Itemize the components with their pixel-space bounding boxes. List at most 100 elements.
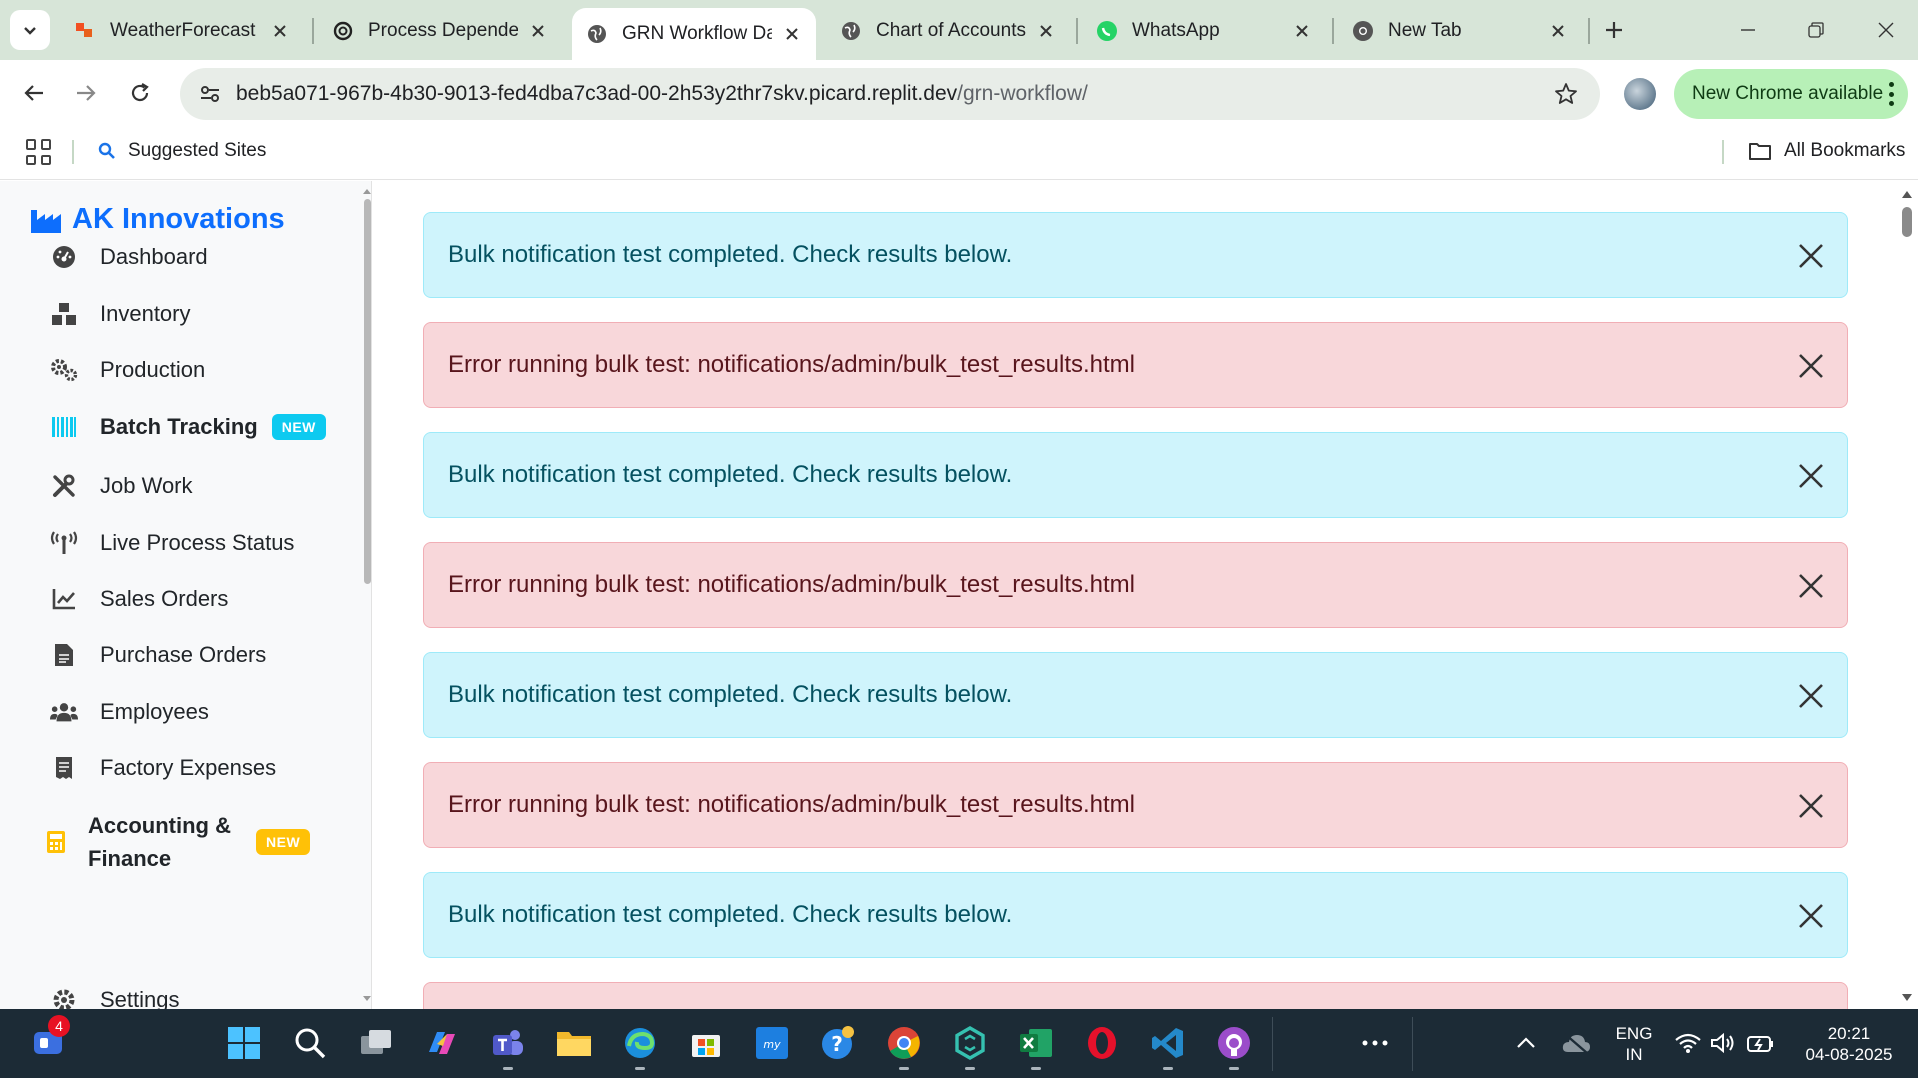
tab-weatherforecast[interactable]: WeatherForecast -: [60, 8, 304, 54]
tab-search-button[interactable]: [10, 10, 50, 50]
close-tab-icon[interactable]: [1546, 19, 1570, 43]
excel-app[interactable]: [1016, 1023, 1056, 1070]
tab-whatsapp[interactable]: WhatsApp: [1082, 8, 1326, 54]
restore-window-button[interactable]: [1794, 10, 1838, 50]
url-path: /grn-workflow/: [957, 82, 1088, 105]
all-bookmarks-button[interactable]: All Bookmarks: [1748, 140, 1905, 162]
opera-icon: [1088, 1027, 1116, 1059]
forward-button[interactable]: [66, 73, 106, 113]
sidebar-item-accounting-finance[interactable]: Accounting & Finance NEW: [42, 809, 311, 875]
more-apps-button[interactable]: [1355, 1023, 1395, 1063]
alert-message: Error running bulk test: notifications/a…: [448, 791, 1135, 818]
close-tab-icon[interactable]: [268, 19, 292, 43]
running-indicator: [1163, 1067, 1173, 1070]
github-desktop-app[interactable]: [1214, 1023, 1254, 1070]
close-alert-button[interactable]: [1793, 238, 1829, 274]
task-view-button[interactable]: [356, 1023, 396, 1063]
folder-icon: [557, 1032, 591, 1056]
running-indicator: [635, 1067, 645, 1070]
tab-process-dependencies[interactable]: Process Dependen: [318, 8, 562, 54]
new-tab-button[interactable]: [1598, 14, 1630, 46]
input-language-indicator[interactable]: ENG IN: [1612, 1023, 1656, 1065]
sidebar-scrollbar[interactable]: [362, 181, 371, 1009]
close-window-button[interactable]: [1864, 10, 1908, 50]
chrome-update-button[interactable]: New Chrome available: [1674, 69, 1908, 119]
more-menu-icon[interactable]: [1888, 82, 1894, 106]
teams-app[interactable]: [488, 1023, 528, 1070]
close-tab-icon[interactable]: [1290, 19, 1314, 43]
brand-logo[interactable]: AK Innovations: [30, 203, 285, 236]
sidebar-item-live-process-status[interactable]: Live Process Status: [50, 529, 294, 557]
vscode-app[interactable]: [1148, 1023, 1188, 1070]
sidebar-scrollbar-thumb[interactable]: [364, 199, 371, 584]
reload-button[interactable]: [120, 73, 160, 113]
alert-danger: Error running bulk test: notifications/a…: [423, 762, 1848, 848]
sidebar-item-label: Dashboard: [100, 244, 208, 269]
wifi-status[interactable]: [1668, 1023, 1708, 1063]
sidebar-item-inventory[interactable]: Inventory: [50, 300, 191, 328]
close-alert-button[interactable]: [1793, 458, 1829, 494]
close-tab-icon[interactable]: [526, 19, 550, 43]
profile-avatar[interactable]: [1624, 78, 1656, 110]
edge-browser-app[interactable]: [620, 1023, 660, 1070]
copilot-app[interactable]: [422, 1023, 462, 1063]
close-tab-icon[interactable]: [780, 22, 804, 46]
tab-grn-workflow[interactable]: GRN Workflow Da: [572, 8, 816, 60]
dev-tool-app[interactable]: [950, 1023, 990, 1070]
onedrive-status[interactable]: [1556, 1023, 1596, 1063]
show-hidden-icons-button[interactable]: [1506, 1023, 1546, 1063]
sidebar-item-production[interactable]: Production: [50, 356, 205, 384]
sidebar-item-employees[interactable]: Employees: [50, 698, 209, 726]
alert-info: Bulk notification test completed. Check …: [423, 432, 1848, 518]
sidebar-item-label: Settings: [100, 987, 180, 1009]
site-info-button[interactable]: [192, 76, 228, 112]
bookmark-suggested-sites[interactable]: Suggested Sites: [98, 140, 266, 162]
arrow-right-icon: [77, 85, 96, 101]
chrome-app[interactable]: [884, 1023, 924, 1070]
clock[interactable]: 20:21 04-08-2025: [1794, 1023, 1904, 1065]
taskbar-search-button[interactable]: [290, 1023, 330, 1063]
page-scrollbar[interactable]: [1896, 181, 1918, 1009]
scroll-down-arrow-icon: [1902, 994, 1912, 1001]
plus-icon: [1606, 22, 1622, 38]
bookmark-star-button[interactable]: [1552, 80, 1580, 108]
more-horizontal-icon: [1362, 1040, 1388, 1046]
tab-new-tab[interactable]: New Tab: [1338, 8, 1582, 54]
sidebar-item-settings[interactable]: Settings: [50, 986, 180, 1009]
url-text[interactable]: beb5a071-967b-4b30-9013-fed4dba7c3ad-00-…: [236, 82, 1088, 106]
update-label: New Chrome available: [1692, 83, 1884, 104]
tab-separator: [312, 18, 314, 44]
sidebar-item-sales-orders[interactable]: Sales Orders: [50, 585, 228, 613]
opera-app[interactable]: [1082, 1023, 1122, 1063]
close-tab-icon[interactable]: [1034, 19, 1058, 43]
sidebar-item-factory-expenses[interactable]: Factory Expenses: [50, 754, 276, 782]
battery-status[interactable]: [1740, 1023, 1780, 1063]
tab-chart-of-accounts[interactable]: Chart of Accounts: [826, 8, 1070, 54]
back-button[interactable]: [14, 73, 54, 113]
close-alert-button[interactable]: [1793, 568, 1829, 604]
start-button[interactable]: [224, 1023, 264, 1063]
sidebar-item-label: Job Work: [100, 473, 193, 498]
notification-count-badge: 4: [48, 1015, 70, 1037]
get-help-app[interactable]: ?: [818, 1023, 858, 1063]
sidebar-item-label: Factory Expenses: [100, 755, 277, 780]
close-alert-button[interactable]: [1793, 898, 1829, 934]
page-scrollbar-thumb[interactable]: [1902, 207, 1912, 237]
volume-status[interactable]: [1704, 1023, 1744, 1063]
file-explorer-app[interactable]: [554, 1023, 594, 1063]
cloud-off-icon: [1562, 1033, 1590, 1054]
sidebar-item-label: Finance: [88, 846, 172, 871]
broadcast-tower-icon: [50, 529, 78, 557]
sidebar-item-batch-tracking[interactable]: Batch Tracking NEW: [50, 413, 326, 441]
close-alert-button[interactable]: [1793, 678, 1829, 714]
minimize-window-button[interactable]: [1726, 10, 1770, 50]
myhp-app[interactable]: my: [752, 1023, 792, 1063]
sidebar-item-job-work[interactable]: Job Work: [50, 472, 193, 500]
address-bar[interactable]: beb5a071-967b-4b30-9013-fed4dba7c3ad-00-…: [180, 68, 1600, 120]
close-alert-button[interactable]: [1793, 788, 1829, 824]
apps-grid-icon[interactable]: [26, 139, 52, 165]
sidebar-item-dashboard[interactable]: Dashboard: [50, 243, 208, 271]
microsoft-store-app[interactable]: [686, 1023, 726, 1063]
close-alert-button[interactable]: [1793, 348, 1829, 384]
sidebar-item-purchase-orders[interactable]: Purchase Orders: [50, 641, 266, 669]
